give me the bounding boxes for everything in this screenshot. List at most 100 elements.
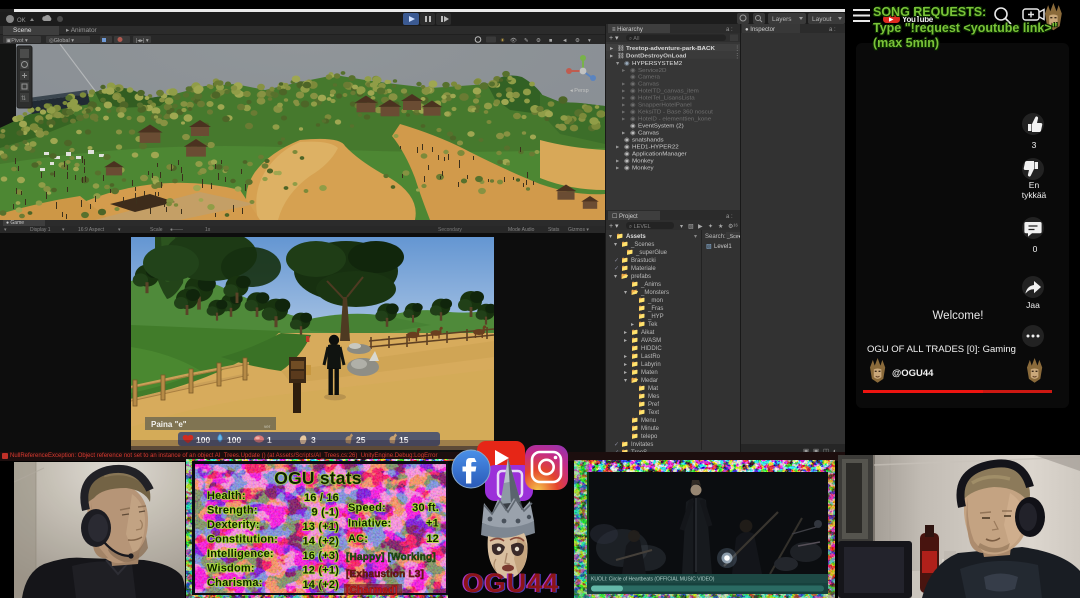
svg-text:📂: 📂 (631, 289, 639, 296)
svg-text:📁: 📁 (631, 353, 638, 360)
svg-text:HotelTel_LisansLista: HotelTel_LisansLista (638, 96, 695, 102)
svg-text:📁: 📁 (621, 441, 628, 448)
svg-text:[Charmed]: [Charmed] (346, 585, 398, 596)
svg-text:Monkey: Monkey (632, 159, 654, 165)
svg-text:▸: ▸ (622, 89, 625, 95)
svg-text:▸: ▸ (622, 103, 625, 109)
svg-text:Search:: Search: (705, 234, 726, 240)
svg-text:EventSystem (2): EventSystem (2) (638, 124, 684, 130)
svg-text:📁: 📁 (638, 393, 645, 400)
svg-text:◉: ◉ (630, 110, 635, 116)
svg-text:[Happy] [Working]: [Happy] [Working] (346, 552, 436, 563)
svg-text:Camera: Camera (638, 75, 661, 81)
svg-text:⌕ All: ⌕ All (629, 36, 639, 42)
svg-text:📁: 📁 (631, 361, 638, 368)
svg-text:≡ Hierarchy: ≡ Hierarchy (612, 27, 643, 33)
svg-text:▸: ▸ (616, 166, 619, 172)
svg-text:📁: 📁 (621, 241, 628, 248)
svg-text:⚙: ⚙ (575, 37, 580, 44)
svg-text:_Sce▾: _Sce▾ (726, 234, 741, 240)
svg-text:▸: ▸ (624, 354, 627, 360)
svg-text:_Monsters: _Monsters (640, 290, 669, 296)
svg-text:📁: 📁 (638, 401, 645, 408)
svg-text:▸: ▸ (616, 159, 619, 165)
svg-text:+ ▾: + ▾ (609, 35, 619, 42)
svg-text:_Scenes: _Scenes (630, 242, 654, 248)
svg-text:_superGlue: _superGlue (635, 250, 668, 256)
svg-text:OK: OK (17, 18, 26, 24)
svg-text:ver: ver (264, 424, 271, 429)
svg-text:📁: 📁 (631, 281, 638, 288)
svg-text:Mat: Mat (648, 386, 658, 392)
svg-text:▸: ▸ (622, 82, 625, 88)
svg-text:◉: ◉ (624, 61, 629, 67)
svg-text:📁: 📁 (638, 321, 645, 328)
svg-text:▸: ▸ (622, 96, 625, 102)
svg-text:Treetop-adventure-park-BACK: Treetop-adventure-park-BACK (626, 46, 716, 52)
svg-text:◉: ◉ (630, 82, 635, 88)
svg-text:⌕ LEVEL: ⌕ LEVEL (629, 224, 651, 230)
svg-text:Welcome!: Welcome! (933, 310, 984, 322)
svg-text:◉: ◉ (630, 124, 635, 130)
svg-text:◉: ◉ (630, 68, 635, 74)
svg-text:◉: ◉ (624, 152, 629, 158)
svg-text:LastRo: LastRo (641, 354, 661, 360)
svg-text:_mon: _mon (647, 298, 663, 304)
svg-text:📁: 📁 (626, 249, 633, 256)
svg-text:HotelTD_canvas_item: HotelTD_canvas_item (638, 89, 699, 95)
svg-text:● Inspector: ● Inspector (745, 27, 775, 33)
svg-text:📁: 📁 (638, 313, 645, 320)
svg-text:Speed:: Speed: (348, 502, 386, 514)
svg-text:KUOLI: Circle of Heartbeats (O: KUOLI: Circle of Heartbeats (OFFICIAL MU… (591, 577, 715, 583)
svg-text:12: 12 (426, 533, 439, 545)
svg-text:Labyrin: Labyrin (641, 362, 661, 368)
svg-text:▾: ▾ (616, 61, 619, 67)
svg-text:Monkey: Monkey (632, 166, 654, 172)
svg-text:HIDDIC: HIDDIC (641, 346, 662, 352)
svg-text:📁: 📁 (631, 369, 638, 376)
svg-text:▧: ▧ (688, 224, 694, 230)
svg-text:⚙: ⚙ (536, 37, 541, 44)
svg-text:📁: 📁 (621, 257, 628, 264)
svg-text:▸: ▸ (622, 68, 625, 74)
svg-text:◉: ◉ (630, 117, 635, 123)
svg-text:AC:: AC: (348, 533, 368, 545)
svg-text:Charisma:: Charisma: (207, 577, 263, 589)
svg-text:HED1-HYPER22: HED1-HYPER22 (632, 145, 679, 151)
svg-text:▧: ▧ (706, 244, 712, 250)
svg-text:▾: ▾ (624, 290, 627, 296)
svg-text:▾: ▾ (680, 224, 683, 230)
svg-text:snatshands: snatshands (632, 138, 664, 144)
svg-text:OGU OF ALL TRADES [0]: Gaming: OGU OF ALL TRADES [0]: Gaming (867, 344, 1016, 355)
svg-text:☐ Project: ☐ Project (612, 213, 638, 220)
svg-text:★: ★ (718, 223, 723, 230)
svg-text:☀: ☀ (500, 37, 505, 44)
svg-text:Text: Text (648, 410, 659, 416)
svg-text:◉: ◉ (630, 103, 635, 109)
svg-text:✓: ✓ (614, 258, 619, 264)
svg-text:📁: 📁 (631, 345, 638, 352)
svg-text:Materiale: Materiale (631, 266, 656, 272)
svg-text:Menu: Menu (641, 418, 656, 424)
svg-text:_HYP: _HYP (647, 314, 664, 320)
svg-text:Tek: Tek (648, 322, 658, 328)
svg-text:+ ▾: + ▾ (609, 223, 619, 230)
svg-text:14 (+2): 14 (+2) (302, 536, 339, 548)
svg-text:tykkää: tykkää (1022, 190, 1047, 200)
svg-text:+1: +1 (426, 518, 439, 530)
svg-text:Canvas: Canvas (638, 131, 659, 137)
svg-text:✦: ✦ (708, 223, 713, 230)
svg-text:SnapperHotelPanel: SnapperHotelPanel (638, 103, 692, 109)
svg-text:📂: 📂 (621, 273, 629, 280)
svg-text:▸: ▸ (624, 338, 627, 344)
svg-text:▸: ▸ (624, 362, 627, 368)
svg-text:_Anims: _Anims (640, 282, 661, 288)
svg-text:telepo: telepo (641, 434, 658, 440)
svg-text:◉: ◉ (630, 131, 635, 137)
svg-text:Jaa: Jaa (1026, 300, 1040, 310)
svg-text:3: 3 (1032, 140, 1037, 150)
svg-text:▸: ▸ (622, 110, 625, 116)
svg-text:📁: 📁 (631, 425, 638, 432)
svg-text:◉: ◉ (624, 145, 629, 151)
svg-text:KeksiTD - Base 360 noscut: KeksiTD - Base 360 noscut (638, 110, 713, 116)
